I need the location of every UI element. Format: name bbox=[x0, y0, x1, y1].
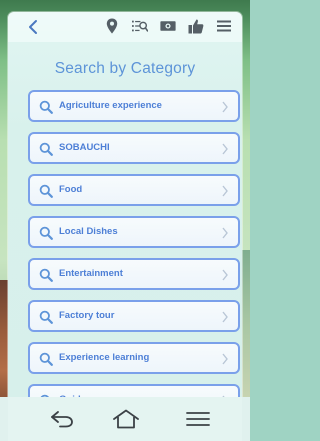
map-pin-icon[interactable] bbox=[104, 18, 120, 34]
system-navigation-bar bbox=[0, 397, 250, 441]
chevron-right-icon bbox=[222, 143, 228, 155]
recent-apps-icon[interactable] bbox=[184, 409, 212, 429]
thumbs-up-icon[interactable] bbox=[188, 18, 204, 34]
category-label: SOBAUCHI bbox=[59, 142, 110, 153]
category-item-experience-learning[interactable]: Experience learning bbox=[28, 342, 240, 374]
home-icon[interactable] bbox=[112, 409, 140, 429]
list-search-icon[interactable] bbox=[132, 18, 148, 34]
search-icon bbox=[39, 226, 53, 240]
category-item-factory-tour[interactable]: Factory tour bbox=[28, 300, 240, 332]
top-bar bbox=[8, 12, 242, 42]
category-item-food[interactable]: Food bbox=[28, 174, 240, 206]
back-icon[interactable] bbox=[48, 409, 76, 429]
search-icon bbox=[39, 142, 53, 156]
top-icons bbox=[104, 18, 232, 34]
category-label: Local Dishes bbox=[59, 226, 118, 237]
category-item-entertainment[interactable]: Entertainment bbox=[28, 258, 240, 290]
category-label: Factory tour bbox=[59, 310, 115, 321]
chevron-right-icon bbox=[222, 269, 228, 281]
search-icon bbox=[39, 352, 53, 366]
chevron-right-icon bbox=[222, 101, 228, 113]
category-item-local-dishes[interactable]: Local Dishes bbox=[28, 216, 240, 248]
search-icon bbox=[39, 184, 53, 198]
back-arrow-icon[interactable] bbox=[26, 17, 44, 37]
category-label: Entertainment bbox=[59, 268, 123, 279]
chevron-right-icon bbox=[222, 353, 228, 365]
category-label: Agriculture experience bbox=[59, 100, 162, 111]
hamburger-menu-icon[interactable] bbox=[216, 18, 232, 34]
category-label: Experience learning bbox=[59, 352, 150, 363]
chevron-right-icon bbox=[222, 185, 228, 197]
search-icon bbox=[39, 100, 53, 114]
chevron-right-icon bbox=[222, 311, 228, 323]
photo-icon[interactable] bbox=[160, 18, 176, 34]
search-icon bbox=[39, 310, 53, 324]
search-icon bbox=[39, 268, 53, 282]
category-label: Food bbox=[59, 184, 83, 195]
page-title: Search by Category bbox=[54, 60, 196, 77]
app-screen: Search by Category Agriculture experienc… bbox=[8, 12, 242, 409]
category-item-sobauchi[interactable]: SOBAUCHI bbox=[28, 132, 240, 164]
category-item-agriculture-experience[interactable]: Agriculture experience bbox=[28, 90, 240, 122]
chevron-right-icon bbox=[222, 227, 228, 239]
category-list: Agriculture experience SOBAUCHI Food Loc… bbox=[28, 90, 240, 409]
